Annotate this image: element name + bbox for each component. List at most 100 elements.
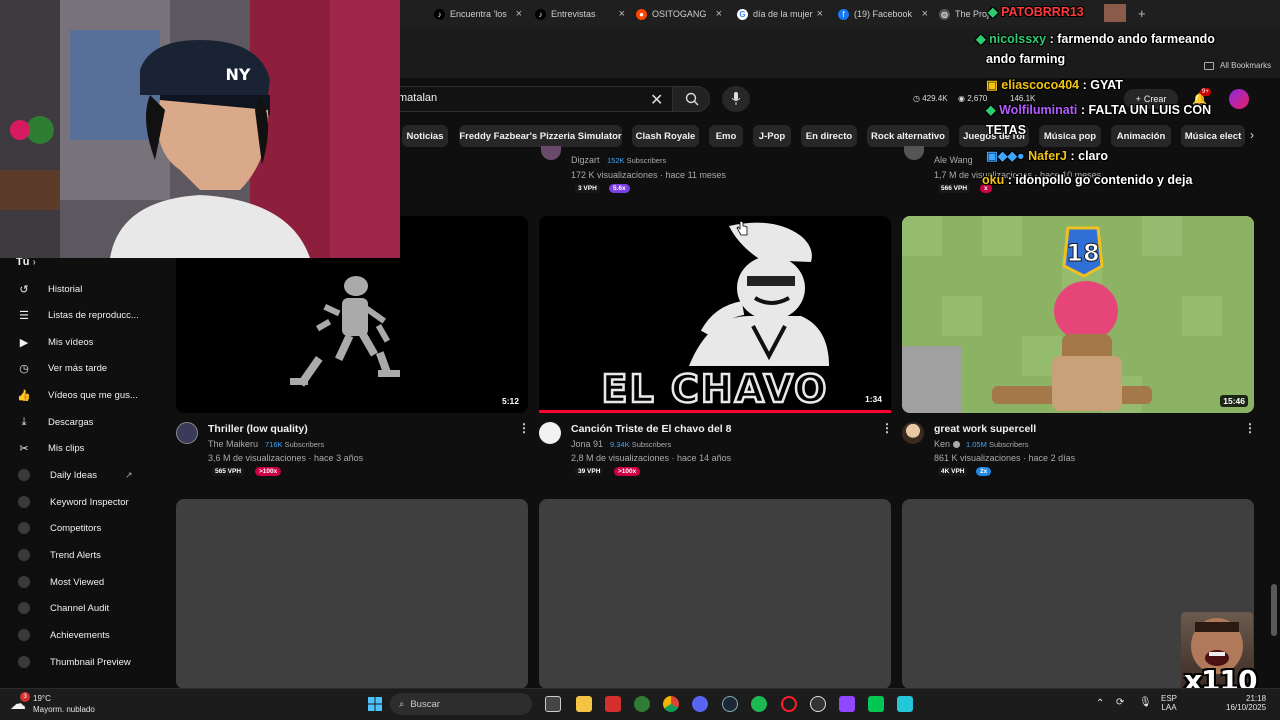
tab-label: Entrevistas: [551, 9, 596, 19]
vph-badge: 566 VPH: [938, 184, 971, 193]
keyboard-language[interactable]: ESP LAA: [1161, 694, 1177, 712]
chip[interactable]: Noticias: [402, 125, 448, 147]
chip[interactable]: Música pop: [1039, 125, 1101, 147]
obs-icon[interactable]: [810, 696, 826, 712]
task-view-icon[interactable]: [545, 696, 561, 712]
sidebar-tool-thumbnail-preview[interactable]: Thumbnail Preview: [0, 651, 160, 673]
chip[interactable]: Freddy Fazbear's Pizzeria Simulator: [459, 125, 622, 147]
avatar[interactable]: [176, 422, 198, 444]
video-channel[interactable]: Jona 91: [571, 439, 603, 449]
avatar[interactable]: [902, 422, 924, 444]
new-tab-button[interactable]: +: [1138, 6, 1146, 21]
sidebar-tool-trend-alerts[interactable]: Trend Alerts: [0, 544, 160, 566]
vph-badge: 4K VPH: [938, 467, 968, 476]
more-options-icon[interactable]: ⋮: [518, 421, 530, 435]
browser-tab[interactable]: f (19) Facebook ×: [838, 4, 928, 24]
chip[interactable]: J-Pop: [753, 125, 791, 147]
sidebar-item-label: Keyword Inspector: [50, 496, 129, 508]
sidebar-item-history[interactable]: ↺ Historial: [0, 278, 160, 300]
sidebar-item-playlists[interactable]: ☰ Listas de reproducc...: [0, 304, 160, 326]
avatar[interactable]: [539, 422, 561, 444]
video-title[interactable]: Canción Triste de El chavo del 8: [571, 423, 731, 435]
close-icon[interactable]: ×: [922, 8, 928, 20]
chip[interactable]: Clash Royale: [632, 125, 699, 147]
close-icon[interactable]: ×: [817, 8, 823, 20]
browser-tab[interactable]: G día de la mujer ×: [737, 4, 823, 24]
chip[interactable]: Animación: [1111, 125, 1171, 147]
sidebar-item-watch-later[interactable]: ◷ Ver más tarde: [0, 357, 160, 379]
voice-search-button[interactable]: [722, 86, 750, 112]
spotify-icon[interactable]: [751, 696, 767, 712]
video-channel[interactable]: Digzart: [571, 155, 600, 165]
taskbar-search-input[interactable]: ⌕ Buscar: [390, 693, 532, 715]
download-icon: ⤓: [21, 415, 27, 428]
app-icon[interactable]: [839, 696, 855, 712]
tray-app-icon[interactable]: ⟳: [1116, 697, 1124, 708]
reddit-icon: ●: [636, 8, 647, 20]
all-bookmarks-link[interactable]: All Bookmarks: [1220, 61, 1271, 70]
video-icon: ▶: [19, 336, 29, 349]
more-options-icon[interactable]: ⋮: [1244, 421, 1256, 435]
sidebar-item-label: Daily Ideas: [50, 469, 97, 481]
app-icon[interactable]: [605, 696, 621, 712]
file-explorer-icon[interactable]: [576, 696, 592, 712]
sidebar-tool-achievements[interactable]: Achievements: [0, 624, 160, 646]
search-button[interactable]: [672, 86, 710, 112]
chat-badge-icon: ▣: [986, 78, 998, 92]
browser-tab[interactable]: ♪ Encuentra 'los ×: [434, 4, 522, 24]
browser-tab[interactable]: ● OSITOGANG ×: [636, 4, 722, 24]
chip[interactable]: Emo: [709, 125, 743, 147]
video-thumbnail[interactable]: 18 15:46: [902, 216, 1254, 413]
sidebar-tool-competitors[interactable]: Competitors: [0, 517, 160, 539]
avatar[interactable]: [1229, 89, 1249, 109]
video-meta: 3,6 M de visualizaciones · hace 3 años: [208, 453, 364, 463]
app-icon[interactable]: [634, 696, 650, 712]
video-channel[interactable]: Ale Wang: [934, 155, 973, 165]
clear-search-icon[interactable]: ✕: [650, 90, 663, 110]
sidebar-item-downloads[interactable]: ⤓ Descargas: [0, 411, 160, 433]
sidebar-tool-daily-ideas[interactable]: Daily Ideas ↗: [0, 464, 160, 486]
chip[interactable]: En directo: [801, 125, 857, 147]
chevron-right-icon[interactable]: ›: [1250, 128, 1254, 142]
more-options-icon[interactable]: ⋮: [881, 421, 893, 435]
tray-app-icon[interactable]: 🎙: [1139, 697, 1152, 708]
browser-tab[interactable]: ♪ Entrevistas ×: [535, 4, 625, 24]
close-icon[interactable]: ×: [716, 8, 722, 20]
chip[interactable]: Música elect: [1181, 125, 1245, 147]
tray-chevron-icon[interactable]: ⌃: [1096, 698, 1104, 709]
chat-message: ▣◆◆● NaferJ : claro: [986, 148, 1108, 163]
close-icon[interactable]: ×: [619, 8, 625, 20]
sidebar-item-label: Competitors: [50, 522, 102, 534]
tiktok-icon: ♪: [535, 8, 546, 20]
video-title[interactable]: great work supercell: [934, 423, 1036, 435]
steam-icon[interactable]: [722, 696, 738, 712]
tiktok-icon: ♪: [434, 8, 445, 20]
close-icon[interactable]: ×: [516, 8, 522, 20]
sidebar-item-liked[interactable]: 👍 Vídeos que me gus...: [0, 384, 160, 406]
video-thumbnail[interactable]: EL CHAVO 1:34: [539, 216, 891, 413]
video-channel[interactable]: The Maikeru: [208, 439, 258, 449]
sidebar-item-clips[interactable]: ✂ Mis clips: [0, 437, 160, 459]
thumbs-up-icon: 👍: [17, 389, 31, 402]
chat-text: ando farming: [986, 52, 1066, 66]
weather-widget[interactable]: ☁ 3 19°C Mayorm. nublado: [10, 692, 120, 716]
chip[interactable]: Rock alternativo: [867, 125, 949, 147]
scrollbar-thumb[interactable]: [1271, 584, 1277, 636]
sidebar-item-my-videos[interactable]: ▶ Mis vídeos: [0, 331, 160, 353]
sidebar-tool-keyword-inspector[interactable]: Keyword Inspector: [0, 491, 160, 513]
video-thumbnail-placeholder: [176, 499, 528, 689]
app-icon[interactable]: [897, 696, 913, 712]
video-channel[interactable]: Ken: [934, 439, 950, 449]
app-icon[interactable]: [868, 696, 884, 712]
chrome-icon[interactable]: [663, 696, 679, 712]
video-title[interactable]: Thriller (low quality): [208, 423, 308, 435]
sidebar-tool-most-viewed[interactable]: Most Viewed: [0, 571, 160, 593]
windows-start-icon[interactable]: [368, 697, 382, 711]
discord-icon[interactable]: [692, 696, 708, 712]
sidebar-item-label: Descargas: [48, 416, 94, 428]
opera-icon[interactable]: [781, 696, 797, 712]
chat-badge-icon: ◆: [976, 32, 986, 46]
chavo-portrait-image: EL CHAVO: [600, 222, 829, 412]
clock[interactable]: 21:18 16/10/2025: [1226, 694, 1266, 712]
sidebar-tool-channel-audit[interactable]: Channel Audit: [0, 597, 160, 619]
